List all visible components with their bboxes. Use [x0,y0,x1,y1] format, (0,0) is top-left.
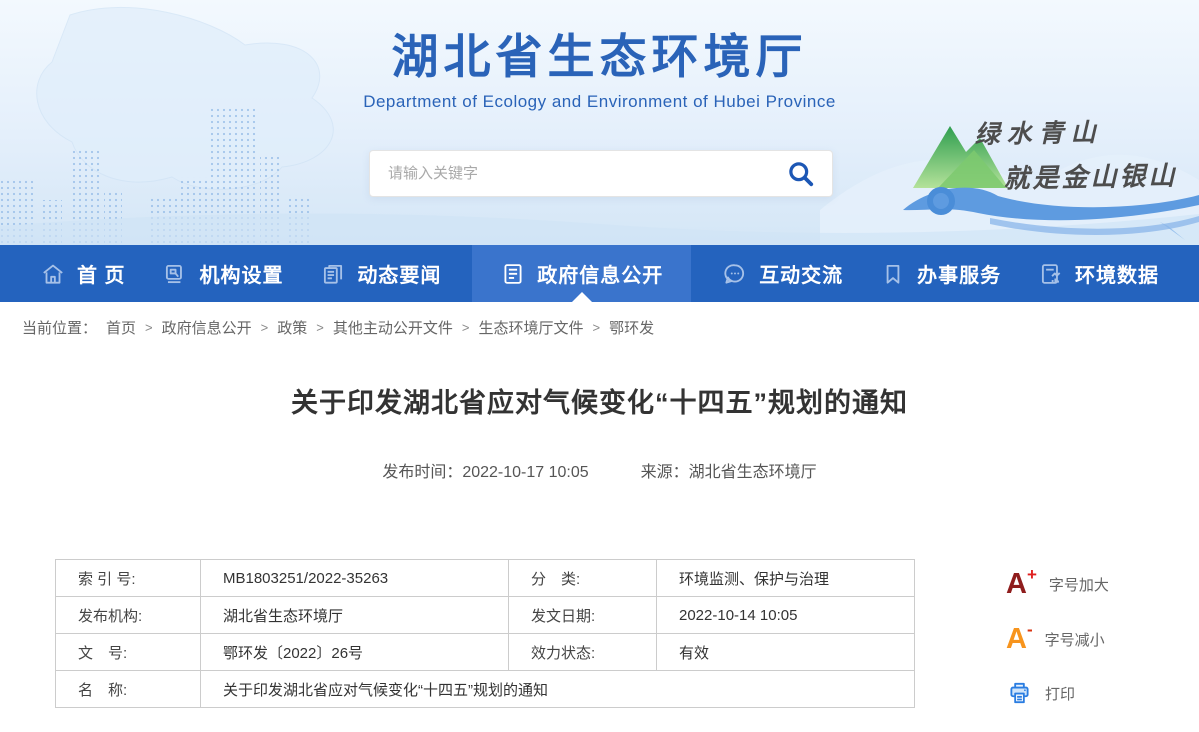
search-input[interactable] [388,165,784,182]
site-subtitle: Department of Ecology and Environment of… [0,92,1199,112]
bookmark-icon [880,261,906,287]
table-row: 名 称: 关于印发湖北省应对气候变化“十四五”规划的通知 [56,671,915,708]
document-meta-table: 索 引 号: MB1803251/2022-35263 分 类: 环境监测、保护… [55,559,915,708]
nav-label: 办事服务 [917,259,1001,288]
font-increase-label: 字号加大 [1049,574,1109,595]
source-label: 来源： [641,458,689,482]
breadcrumb-item-government-info[interactable]: 政府信息公开 [162,317,252,338]
table-row: 索 引 号: MB1803251/2022-35263 分 类: 环境监测、保护… [56,560,915,597]
nav-label: 环境数据 [1075,259,1159,288]
nav-item-news[interactable]: 动态要闻 [314,245,447,302]
print-button[interactable]: 打印 [1006,680,1176,706]
issue-date-value: 2022-10-14 10:05 [657,597,915,634]
nav-label: 首 页 [77,259,126,288]
organization-icon [162,261,188,287]
info-document-icon [500,261,526,287]
active-tab-arrow [572,292,592,302]
nav-item-environment-data[interactable]: 环境数据 [1032,245,1165,302]
nav-item-organization[interactable]: 机构设置 [156,245,289,302]
title-value: 关于印发湖北省应对气候变化“十四五”规划的通知 [201,671,915,708]
font-decrease-label: 字号减小 [1045,629,1105,650]
breadcrumb-item-policy[interactable]: 政策 [277,317,307,338]
nav-label: 互动交流 [759,259,843,288]
slogan: 绿水青山 就是金山银山 [974,111,1199,196]
brand-block: 湖北省生态环境厅 Department of Ecology and Envir… [0,33,1199,112]
breadcrumb-prefix: 当前位置： [22,317,97,338]
table-row: 发布机构: 湖北省生态环境厅 发文日期: 2022-10-14 10:05 [56,597,915,634]
nav-item-government-info[interactable]: 政府信息公开 [472,245,691,302]
document-number-label: 文 号: [56,634,201,671]
search-box [369,150,833,197]
publish-time-label: 发布时间： [382,458,462,482]
breadcrumb-item-other-public-files[interactable]: 其他主动公开文件 [333,317,453,338]
print-label: 打印 [1045,683,1075,704]
data-chart-icon [1038,261,1064,287]
issuing-agency-label: 发布机构: [56,597,201,634]
font-increase-icon: A+ [1006,570,1037,599]
nav-item-home[interactable]: 首 页 [34,245,132,302]
news-icon [320,261,346,287]
title-label: 名 称: [56,671,201,708]
search-icon [786,159,816,189]
publish-time-value: 2022-10-17 10:05 [462,464,588,482]
site-header: 湖北省生态环境厅 Department of Ecology and Envir… [0,0,1199,245]
category-value: 环境监测、保护与治理 [657,560,915,597]
article-meta: 发布时间：2022-10-17 10:05 来源：湖北省生态环境厅 [0,458,1199,482]
blue-wave-swoosh [903,188,1199,240]
slogan-line1: 绿水青山 [974,111,1199,151]
font-decrease-icon: A- [1006,625,1033,654]
main-nav: 首 页 机构设置 动态要闻 政府信息公开 [0,245,1199,302]
font-decrease-button[interactable]: A- 字号减小 [1006,625,1176,654]
city-skyline [0,108,313,245]
breadcrumb-separator: > [316,320,324,335]
index-number-value: MB1803251/2022-35263 [201,560,509,597]
nav-item-interaction[interactable]: 互动交流 [716,245,849,302]
document-number-value: 鄂环发〔2022〕26号 [201,634,509,671]
nav-label: 动态要闻 [357,259,441,288]
table-row: 文 号: 鄂环发〔2022〕26号 效力状态: 有效 [56,634,915,671]
breadcrumb-separator: > [462,320,470,335]
breadcrumb-item-home[interactable]: 首页 [106,317,136,338]
printer-icon [1006,680,1033,706]
breadcrumb-item-ehuanfa[interactable]: 鄂环发 [609,317,654,338]
source-value: 湖北省生态环境厅 [689,458,817,482]
tools-sidebar: A+ 字号加大 A- 字号减小 打印 [1006,570,1176,732]
breadcrumb-item-department-files[interactable]: 生态环境厅文件 [478,317,583,338]
nav-label: 机构设置 [199,259,283,288]
issue-date-label: 发文日期: [509,597,657,634]
font-increase-button[interactable]: A+ 字号加大 [1006,570,1176,599]
slogan-line2: 就是金山银山 [1003,155,1199,195]
chat-bubble-icon [722,261,748,287]
bottom-wave-band [0,213,1199,245]
breadcrumb: 当前位置： 首页 > 政府信息公开 > 政策 > 其他主动公开文件 > 生态环境… [0,302,1199,348]
validity-label: 效力状态: [509,634,657,671]
nav-item-services[interactable]: 办事服务 [874,245,1007,302]
site-title: 湖北省生态环境厅 [0,33,1199,85]
index-number-label: 索 引 号: [56,560,201,597]
nav-label: 政府信息公开 [537,259,663,288]
home-icon [40,261,66,287]
breadcrumb-separator: > [261,320,269,335]
category-label: 分 类: [509,560,657,597]
breadcrumb-separator: > [145,320,153,335]
breadcrumb-separator: > [592,320,600,335]
search-button[interactable] [784,157,818,191]
article-title: 关于印发湖北省应对气候变化“十四五”规划的通知 [0,381,1199,420]
issuing-agency-value: 湖北省生态环境厅 [201,597,509,634]
validity-value: 有效 [657,634,915,671]
